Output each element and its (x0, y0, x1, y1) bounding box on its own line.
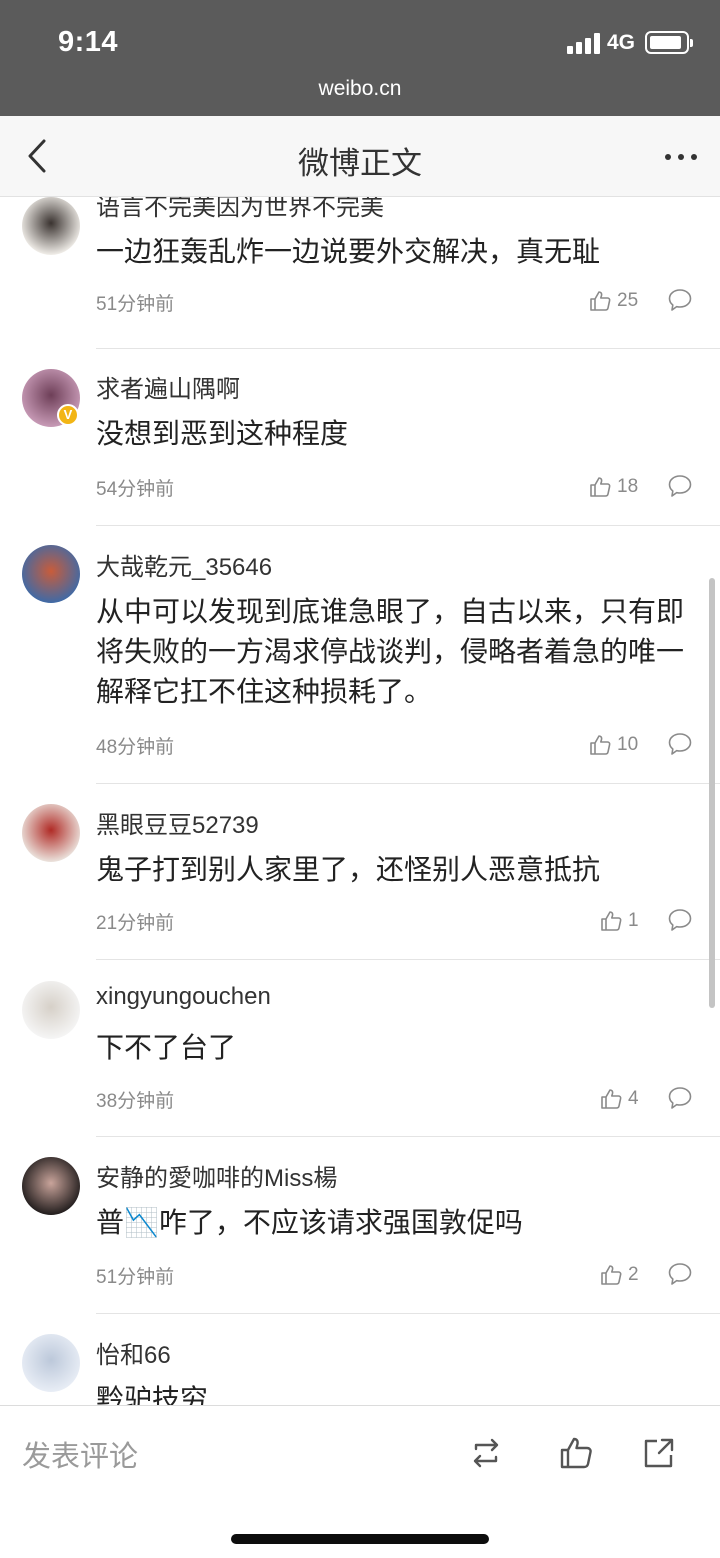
comment-username[interactable]: 安静的愛咖啡的Miss楊 (96, 1158, 337, 1193)
like-count: 10 (617, 734, 639, 755)
comment-text: 鬼子打到别人家里了，还怪别人恶意抵抗 (96, 854, 601, 885)
comment-username[interactable]: 求者遍山隅啊 (96, 369, 240, 404)
thumbs-up-icon (590, 477, 611, 497)
comment-time: 54分钟前 (96, 479, 175, 500)
comment-text: 普📉咋了，不应该请求强国敦促吗 (96, 1203, 696, 1243)
reply-icon[interactable] (667, 1261, 693, 1287)
comment-time: 51分钟前 (96, 1267, 175, 1288)
comment-text: 没想到恶到这种程度 (96, 418, 349, 449)
repost-icon[interactable] (469, 1436, 503, 1470)
comment-username[interactable]: 语言不完美因为世界不完美 (96, 197, 384, 222)
battery-icon (645, 31, 693, 54)
page-title: 微博正文 (298, 146, 422, 181)
avatar[interactable] (22, 1334, 80, 1392)
comment-item: xingyungouchen 下不了台了 38分钟前 4 (0, 959, 720, 1136)
like-button[interactable]: 2 (600, 1261, 639, 1289)
reply-icon[interactable] (667, 731, 693, 757)
comment-input[interactable]: 发表评论 (22, 1433, 138, 1475)
bottom-bar: 发表评论 (0, 1405, 720, 1558)
more-dots-icon[interactable] (664, 152, 698, 162)
comment-time: 38分钟前 (96, 1091, 175, 1112)
thumbs-up-icon (601, 1265, 622, 1285)
avatar[interactable] (22, 981, 80, 1039)
like-button[interactable]: 18 (589, 473, 638, 501)
thumbs-up-icon (590, 735, 611, 755)
comment-item: 怡和66 黔驴技穷 (0, 1313, 720, 1405)
nav-bar: 微博正文 (0, 116, 720, 197)
home-indicator[interactable] (231, 1534, 489, 1544)
comment-item: V 求者遍山隅啊没想到恶到这种程度 54分钟前 18 (0, 348, 720, 525)
comment-text: 一边狂轰乱炸一边说要外交解决，真无耻 (96, 236, 601, 267)
verified-badge-icon: V (57, 404, 79, 426)
comment-item: 安静的愛咖啡的Miss楊普📉咋了，不应该请求强国敦促吗 51分钟前 2 (0, 1136, 720, 1313)
network-type: 4G (607, 31, 636, 54)
signal-icon (567, 32, 601, 54)
reply-icon[interactable] (667, 907, 693, 933)
like-button[interactable]: 1 (600, 907, 639, 935)
comment-list[interactable]: 语言不完美因为世界不完美一边狂轰乱炸一边说要外交解决，真无耻 51分钟前 25 V 求者… (0, 197, 720, 1405)
status-time: 9:14 (58, 26, 119, 58)
comment-text: 从中可以发现到底谁急眼了，自古以来，只有即将失败的一方渴求停战谈判，侵略者着急的… (96, 596, 685, 707)
chart-down-emoji-icon: 📉 (124, 1207, 159, 1238)
reply-icon[interactable] (667, 1085, 693, 1111)
comment-item: 黑眼豆豆52739 鬼子打到别人家里了，还怪别人恶意抵抗 21分钟前 1 (0, 783, 720, 960)
comment-username[interactable]: 怡和66 (96, 1335, 171, 1370)
like-button[interactable]: 25 (589, 287, 638, 315)
divider (96, 1313, 720, 1314)
thumbs-up-icon (601, 911, 622, 931)
scrollbar[interactable] (709, 578, 715, 1008)
divider (96, 783, 720, 784)
like-button[interactable]: 4 (600, 1085, 639, 1113)
comment-text: 下不了台了 (96, 1032, 237, 1063)
divider (96, 959, 720, 960)
like-count: 25 (617, 290, 639, 311)
share-icon[interactable] (642, 1436, 676, 1470)
comment-time: 51分钟前 (96, 294, 175, 315)
page-url[interactable]: weibo.cn (0, 77, 720, 101)
comment-username[interactable]: 黑眼豆豆52739 (96, 805, 259, 840)
comment-text: 黔驴技穷 (96, 1384, 209, 1405)
thumbs-up-icon (590, 291, 611, 311)
thumbs-up-icon (601, 1089, 622, 1109)
divider (96, 525, 720, 526)
comment-time: 21分钟前 (96, 913, 175, 934)
reply-icon[interactable] (667, 473, 693, 499)
like-count: 4 (628, 1088, 639, 1109)
divider (96, 348, 720, 349)
like-count: 2 (628, 1264, 639, 1285)
avatar[interactable] (22, 1157, 80, 1215)
like-button[interactable]: 10 (589, 731, 638, 759)
comment-text-part: 普 (96, 1207, 125, 1238)
status-bar: 9:14 4G weibo.cn (0, 0, 720, 116)
like-count: 1 (628, 910, 639, 931)
like-count: 18 (617, 476, 639, 497)
like-icon[interactable] (559, 1436, 593, 1470)
avatar[interactable] (22, 545, 80, 603)
divider (96, 1136, 720, 1137)
avatar[interactable] (22, 804, 80, 862)
comment-username[interactable]: xingyungouchen (96, 983, 271, 1011)
avatar[interactable] (22, 197, 80, 255)
comment-item: 大哉乾元_35646 从中可以发现到底谁急眼了，自古以来，只有即将失败的一方渴求停… (0, 525, 720, 758)
comment-username[interactable]: 大哉乾元_35646 (96, 547, 272, 582)
comment-text-part: 咋了，不应该请求强国敦促吗 (158, 1207, 523, 1238)
reply-icon[interactable] (667, 287, 693, 313)
comment-item: 语言不完美因为世界不完美一边狂轰乱炸一边说要外交解决，真无耻 51分钟前 25 (0, 197, 720, 364)
comment-time: 48分钟前 (96, 737, 175, 758)
